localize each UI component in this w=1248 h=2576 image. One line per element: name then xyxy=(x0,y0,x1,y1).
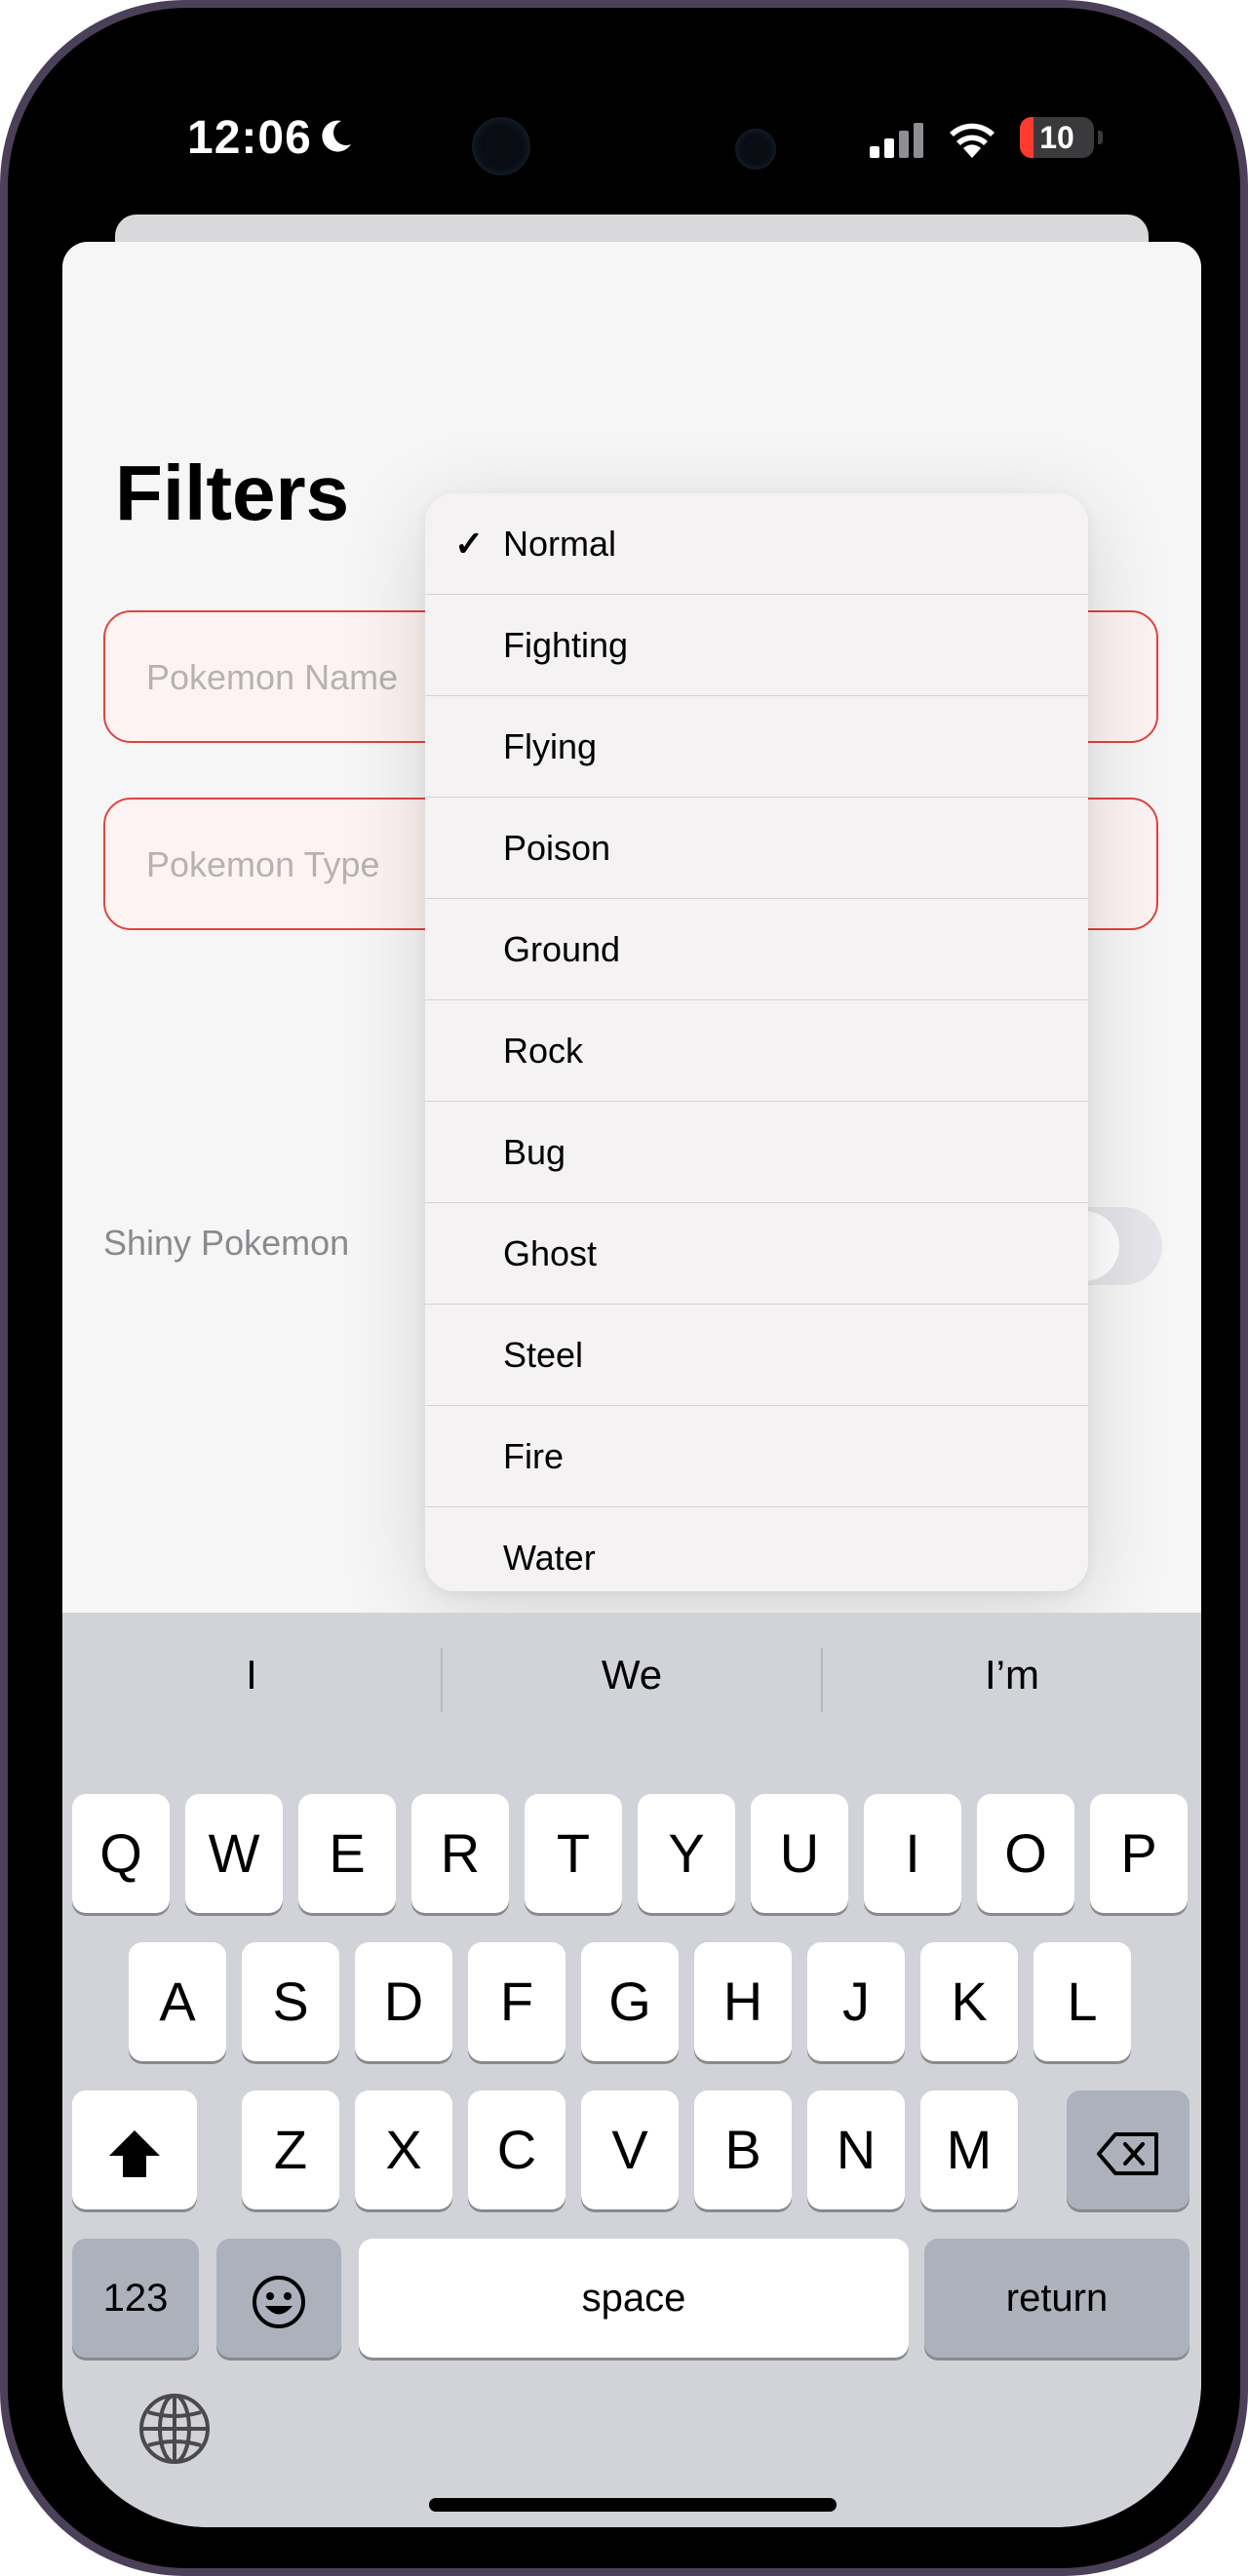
key-j[interactable]: J xyxy=(807,1942,905,2061)
wifi-icon xyxy=(950,123,994,158)
cellular-signal-icon xyxy=(870,123,923,158)
menu-item-ground[interactable]: Ground xyxy=(425,899,1088,1000)
menu-item-label: Ghost xyxy=(503,1233,598,1273)
moon-icon xyxy=(322,120,351,152)
menu-item-label: Water xyxy=(503,1538,596,1578)
page-title: Filters xyxy=(115,449,350,536)
battery-nub xyxy=(1098,131,1103,144)
key-a[interactable]: A xyxy=(129,1942,226,2061)
keyboard: I We I’m Q W E R T Y U I O P A S D F G H… xyxy=(62,1613,1201,2527)
menu-item-label: Fighting xyxy=(503,625,629,665)
key-b[interactable]: B xyxy=(694,2090,792,2209)
suggestion-2[interactable]: We xyxy=(443,1636,821,1714)
menu-item-water[interactable]: Water xyxy=(425,1507,1088,1591)
menu-item-label: Ground xyxy=(503,929,621,969)
device-frame: 12:06 10 Filters Pokemon Name Pokemon Ty… xyxy=(0,0,1248,2576)
key-r[interactable]: R xyxy=(411,1794,509,1913)
key-o[interactable]: O xyxy=(977,1794,1074,1913)
key-m[interactable]: M xyxy=(920,2090,1018,2209)
key-h[interactable]: H xyxy=(694,1942,792,2061)
screen: 12:06 10 Filters Pokemon Name Pokemon Ty… xyxy=(62,47,1201,2527)
key-v[interactable]: V xyxy=(581,2090,679,2209)
delete-key[interactable] xyxy=(1067,2090,1190,2209)
front-camera xyxy=(472,117,530,176)
home-indicator[interactable] xyxy=(429,2498,837,2512)
menu-item-label: Normal xyxy=(503,524,617,564)
key-u[interactable]: U xyxy=(751,1794,848,1913)
key-y[interactable]: Y xyxy=(638,1794,735,1913)
space-key[interactable]: space xyxy=(359,2239,909,2358)
menu-item-label: Steel xyxy=(503,1335,584,1375)
key-d[interactable]: D xyxy=(355,1942,452,2061)
key-z[interactable]: Z xyxy=(242,2090,339,2209)
menu-item-normal[interactable]: ✓ Normal xyxy=(425,493,1088,595)
status-bar: 12:06 10 xyxy=(62,47,1201,222)
emoji-key[interactable] xyxy=(216,2239,341,2358)
suggestion-3[interactable]: I’m xyxy=(823,1636,1201,1714)
globe-icon[interactable] xyxy=(136,2391,213,2467)
shift-icon xyxy=(109,2130,160,2178)
key-i[interactable]: I xyxy=(864,1794,961,1913)
menu-item-steel[interactable]: Steel xyxy=(425,1305,1088,1406)
battery-level: 10 xyxy=(1039,120,1074,155)
shift-key[interactable] xyxy=(72,2090,197,2209)
key-t[interactable]: T xyxy=(525,1794,622,1913)
key-e[interactable]: E xyxy=(298,1794,396,1913)
return-key[interactable]: return xyxy=(924,2239,1190,2358)
menu-item-fire[interactable]: Fire xyxy=(425,1406,1088,1507)
key-x[interactable]: X xyxy=(355,2090,452,2209)
menu-item-label: Bug xyxy=(503,1132,566,1172)
backspace-icon xyxy=(1097,2132,1158,2176)
battery-icon: 10 xyxy=(1020,117,1094,158)
menu-item-label: Poison xyxy=(503,828,611,868)
menu-item-label: Fire xyxy=(503,1436,564,1476)
suggestion-1[interactable]: I xyxy=(62,1636,441,1714)
key-f[interactable]: F xyxy=(468,1942,566,2061)
numbers-key[interactable]: 123 xyxy=(72,2239,199,2358)
key-n[interactable]: N xyxy=(807,2090,905,2209)
key-c[interactable]: C xyxy=(468,2090,566,2209)
menu-item-label: Rock xyxy=(503,1031,584,1071)
pokemon-type-menu: ✓ Normal Fighting Flying Poison Ground R… xyxy=(425,493,1088,1591)
menu-item-bug[interactable]: Bug xyxy=(425,1102,1088,1203)
emoji-icon xyxy=(253,2276,305,2329)
menu-item-poison[interactable]: Poison xyxy=(425,798,1088,899)
checkmark-icon: ✓ xyxy=(454,524,485,564)
menu-item-label: Flying xyxy=(503,726,598,766)
status-time: 12:06 xyxy=(187,112,312,164)
menu-item-rock[interactable]: Rock xyxy=(425,1000,1088,1102)
key-l[interactable]: L xyxy=(1034,1942,1131,2061)
key-k[interactable]: K xyxy=(920,1942,1018,2061)
key-s[interactable]: S xyxy=(242,1942,339,2061)
key-q[interactable]: Q xyxy=(72,1794,170,1913)
shiny-pokemon-label: Shiny Pokemon xyxy=(103,1223,350,1263)
menu-item-fighting[interactable]: Fighting xyxy=(425,595,1088,696)
key-w[interactable]: W xyxy=(185,1794,283,1913)
device-bezel: 12:06 10 Filters Pokemon Name Pokemon Ty… xyxy=(8,8,1240,2568)
menu-item-flying[interactable]: Flying xyxy=(425,696,1088,798)
face-id-sensor xyxy=(735,129,776,170)
key-g[interactable]: G xyxy=(581,1942,679,2061)
menu-item-ghost[interactable]: Ghost xyxy=(425,1203,1088,1305)
key-p[interactable]: P xyxy=(1090,1794,1188,1913)
